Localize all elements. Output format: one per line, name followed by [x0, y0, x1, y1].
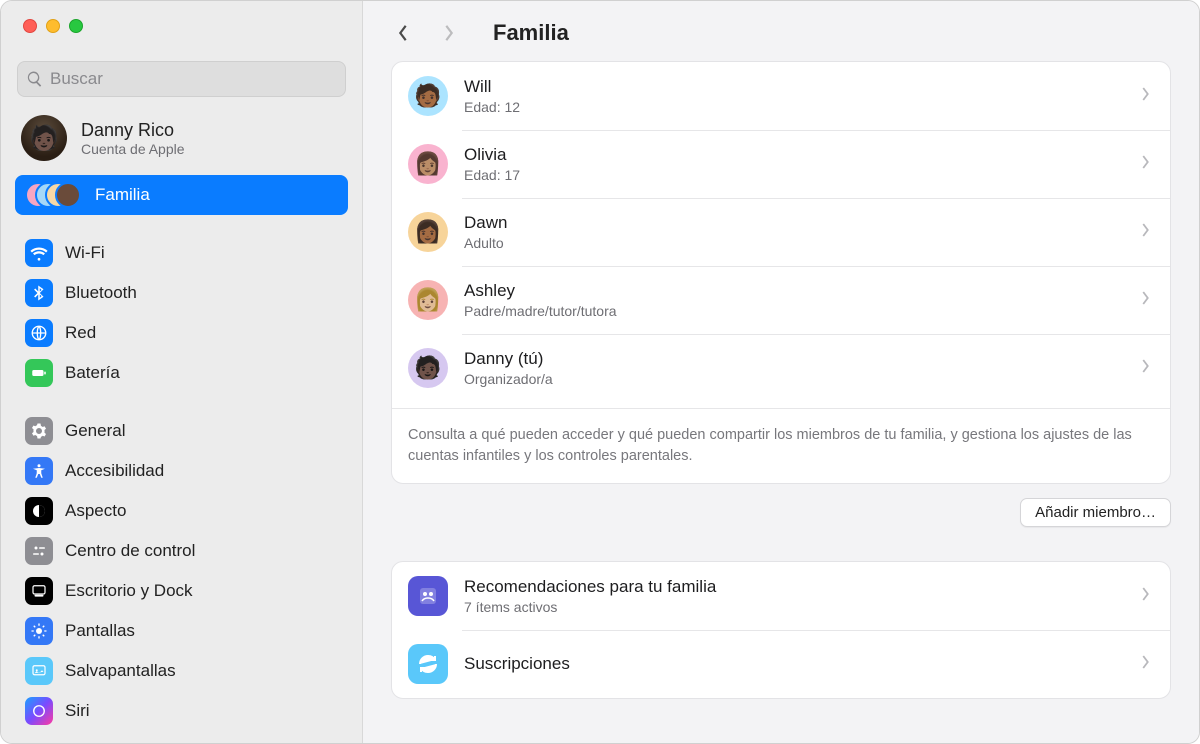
displays-icon [25, 617, 53, 645]
recommendations-subtitle: 7 ítems activos [464, 599, 716, 615]
sidebar-item-bluetooth[interactable]: Bluetooth [15, 273, 348, 313]
content-scroll[interactable]: 🧑🏾 Will Edad: 12 👩🏽 Olivia Edad: 17 👩🏾 Dawn Adul… [363, 61, 1199, 743]
search-icon [26, 70, 44, 88]
subscriptions-row[interactable]: Suscripciones [392, 630, 1170, 698]
sidebar-item-family[interactable]: Familia [15, 175, 348, 215]
family-member-row[interactable]: 🧑🏾 Will Edad: 12 [392, 62, 1170, 130]
sidebar-item-label: Centro de control [65, 541, 195, 561]
chevron-right-icon [1141, 358, 1150, 379]
system-settings-window: Buscar 🧑🏿 Danny Rico Cuenta de Apple Fam… [0, 0, 1200, 744]
sidebar-item-desktop-dock[interactable]: Escritorio y Dock [15, 571, 348, 611]
family-member-row[interactable]: 👩🏽 Olivia Edad: 17 [392, 130, 1170, 198]
add-member-button[interactable]: Añadir miembro… [1020, 498, 1171, 527]
chevron-right-icon [1141, 654, 1150, 675]
sidebar-item-label: Pantallas [65, 621, 135, 641]
account-header[interactable]: 🧑🏿 Danny Rico Cuenta de Apple [1, 107, 362, 173]
chevron-right-icon [1141, 222, 1150, 243]
globe-icon [25, 319, 53, 347]
account-avatar: 🧑🏿 [21, 115, 67, 161]
close-window-button[interactable] [23, 19, 37, 33]
sidebar-list: Familia Wi-Fi Bluetooth Red Ba [1, 173, 362, 731]
member-avatar: 👩🏽 [408, 144, 448, 184]
sidebar-item-displays[interactable]: Pantallas [15, 611, 348, 651]
family-note: Consulta a qué pueden acceder y qué pued… [392, 408, 1170, 467]
window-controls [1, 1, 362, 45]
member-name: Olivia [464, 145, 520, 165]
subscriptions-icon [408, 644, 448, 684]
titlebar: Familia [363, 1, 1199, 61]
sidebar-item-control-center[interactable]: Centro de control [15, 531, 348, 571]
sidebar-item-screensaver[interactable]: Salvapantallas [15, 651, 348, 691]
recommendations-row[interactable]: Recomendaciones para tu familia 7 ítems … [392, 562, 1170, 630]
family-member-row[interactable]: 🧑🏿 Danny (tú) Organizador/a [392, 334, 1170, 402]
sidebar-item-label: Escritorio y Dock [65, 581, 193, 601]
sidebar-item-label: Wi-Fi [65, 243, 105, 263]
sidebar-item-label: Siri [65, 701, 90, 721]
subscriptions-title: Suscripciones [464, 654, 570, 674]
dock-icon [25, 577, 53, 605]
sidebar-item-battery[interactable]: Batería [15, 353, 348, 393]
member-subtitle: Edad: 12 [464, 99, 520, 115]
sidebar-item-network[interactable]: Red [15, 313, 348, 353]
account-subtitle: Cuenta de Apple [81, 141, 185, 157]
accessibility-icon [25, 457, 53, 485]
sidebar-item-label: Batería [65, 363, 120, 383]
main-pane: Familia 🧑🏾 Will Edad: 12 👩🏽 Olivia Edad: 17 👩🏾… [363, 1, 1199, 743]
family-member-row[interactable]: 👩🏾 Dawn Adulto [392, 198, 1170, 266]
siri-icon [25, 697, 53, 725]
member-name: Ashley [464, 281, 617, 301]
minimize-window-button[interactable] [46, 19, 60, 33]
member-name: Dawn [464, 213, 507, 233]
sidebar-item-label: Red [65, 323, 96, 343]
screensaver-icon [25, 657, 53, 685]
battery-icon [25, 359, 53, 387]
family-members-card: 🧑🏾 Will Edad: 12 👩🏽 Olivia Edad: 17 👩🏾 Dawn Adul… [391, 61, 1171, 484]
sidebar-item-general[interactable]: General [15, 411, 348, 451]
sidebar-item-accessibility[interactable]: Accesibilidad [15, 451, 348, 491]
sidebar-item-wifi[interactable]: Wi-Fi [15, 233, 348, 273]
member-avatar: 🧑🏾 [408, 76, 448, 116]
member-subtitle: Padre/madre/tutor/tutora [464, 303, 617, 319]
wifi-icon [25, 239, 53, 267]
chevron-right-icon [1141, 290, 1150, 311]
member-avatar: 👩🏼 [408, 280, 448, 320]
member-name: Will [464, 77, 520, 97]
gear-icon [25, 417, 53, 445]
sidebar: Buscar 🧑🏿 Danny Rico Cuenta de Apple Fam… [1, 1, 363, 743]
sidebar-item-label: Familia [95, 185, 150, 205]
sidebar-item-label: Salvapantallas [65, 661, 176, 681]
sidebar-item-label: Accesibilidad [65, 461, 164, 481]
bluetooth-icon [25, 279, 53, 307]
family-sections-card: Recomendaciones para tu familia 7 ítems … [391, 561, 1171, 699]
fullscreen-window-button[interactable] [69, 19, 83, 33]
member-avatar: 👩🏾 [408, 212, 448, 252]
forward-button[interactable] [437, 21, 461, 45]
back-button[interactable] [391, 21, 415, 45]
account-name: Danny Rico [81, 119, 185, 142]
page-title: Familia [493, 20, 569, 46]
sidebar-item-label: Bluetooth [65, 283, 137, 303]
member-avatar: 🧑🏿 [408, 348, 448, 388]
control-center-icon [25, 537, 53, 565]
family-avatars-icon [25, 181, 83, 209]
recommendations-icon [408, 576, 448, 616]
member-name: Danny (tú) [464, 349, 553, 369]
recommendations-title: Recomendaciones para tu familia [464, 577, 716, 597]
chevron-right-icon [1141, 586, 1150, 607]
family-member-row[interactable]: 👩🏼 Ashley Padre/madre/tutor/tutora [392, 266, 1170, 334]
search-input[interactable]: Buscar [17, 61, 346, 97]
appearance-icon [25, 497, 53, 525]
chevron-right-icon [1141, 154, 1150, 175]
sidebar-item-siri[interactable]: Siri [15, 691, 348, 731]
search-placeholder: Buscar [50, 69, 337, 89]
member-subtitle: Adulto [464, 235, 507, 251]
member-subtitle: Organizador/a [464, 371, 553, 387]
sidebar-item-label: General [65, 421, 125, 441]
sidebar-item-label: Aspecto [65, 501, 126, 521]
sidebar-item-appearance[interactable]: Aspecto [15, 491, 348, 531]
member-subtitle: Edad: 17 [464, 167, 520, 183]
chevron-right-icon [1141, 86, 1150, 107]
